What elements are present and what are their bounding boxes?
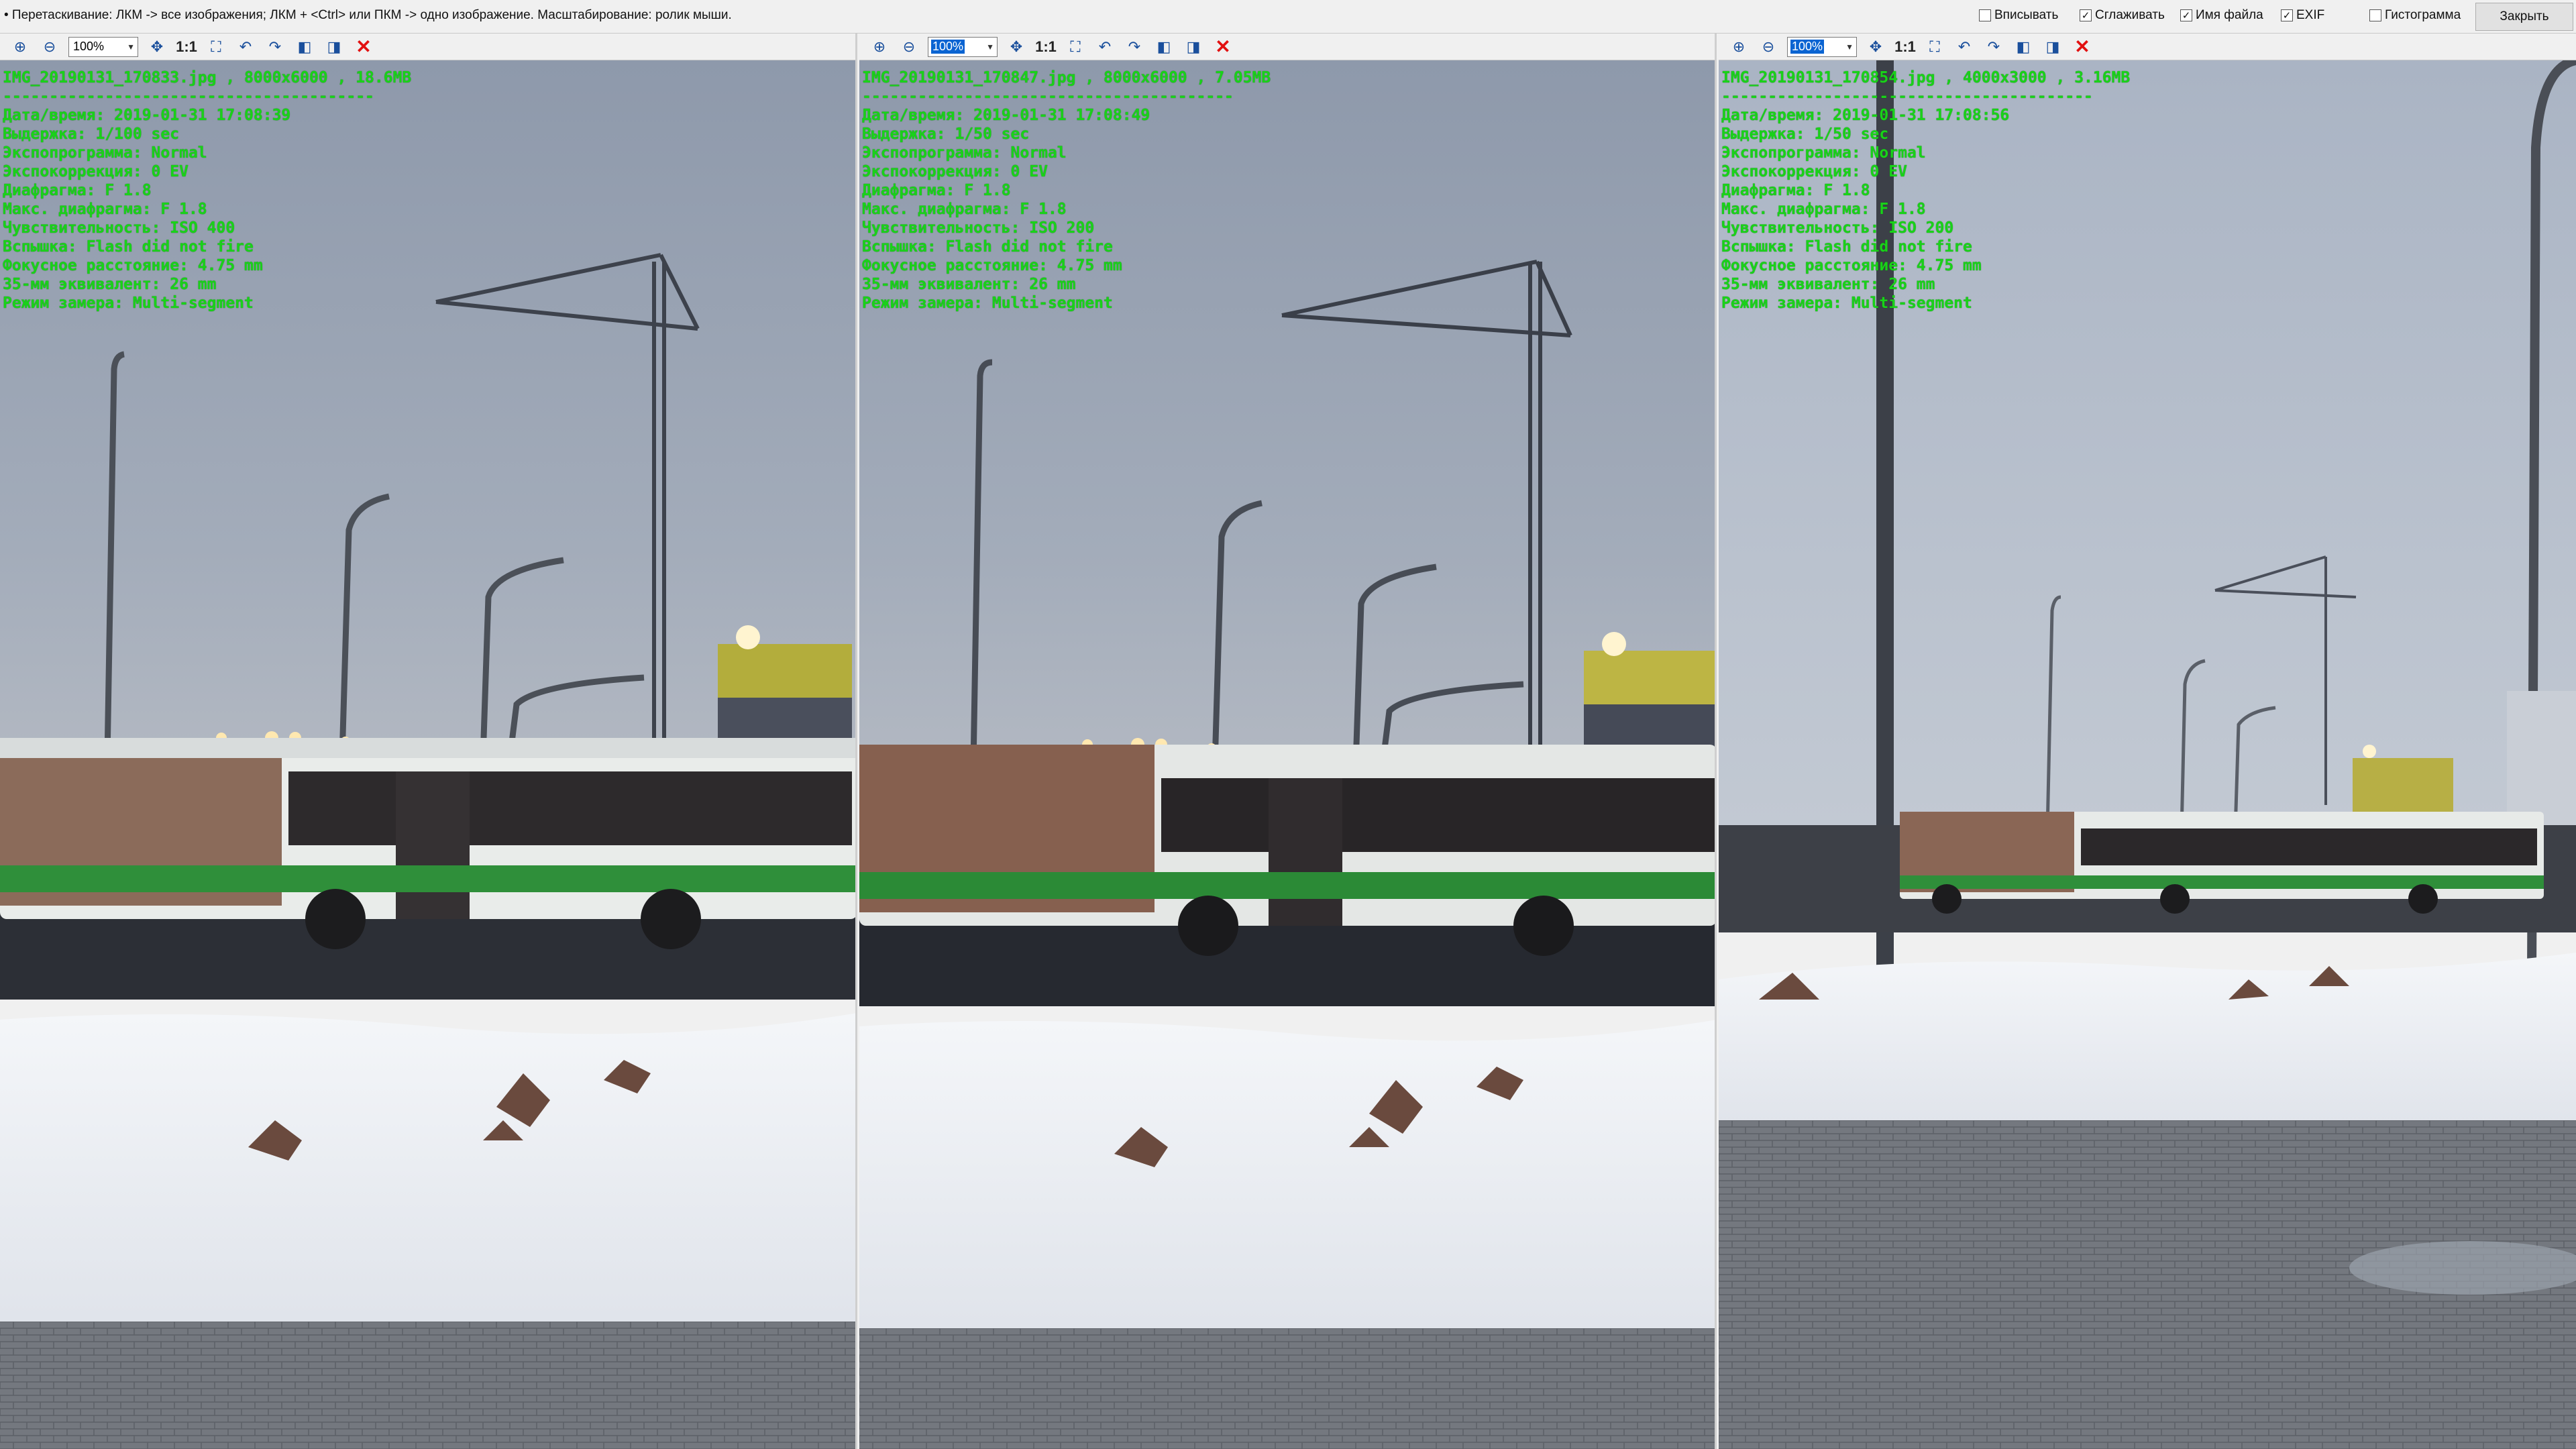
exif-checkbox[interactable]: ✓ EXIF bbox=[2281, 8, 2324, 23]
zoom-in-icon[interactable]: ⊕ bbox=[1724, 35, 1754, 59]
exif-35mm: 35-мм эквивалент: 26 mm bbox=[862, 276, 1076, 293]
filename-line: IMG_20190131_170833.jpg , 8000x6000 , 18… bbox=[3, 69, 412, 87]
exif-date: Дата/время: 2019-01-31 17:08:39 bbox=[3, 107, 291, 124]
filename-checkbox[interactable]: ✓ Имя файла bbox=[2180, 8, 2263, 23]
exif-flash: Вспышка: Flash did not fire bbox=[3, 238, 254, 256]
exif-aperture: Диафрагма: F 1.8 bbox=[1721, 182, 1870, 199]
top-toolbar: • Перетаскивание: ЛКМ -> все изображения… bbox=[0, 0, 2576, 34]
image-pane-2[interactable]: ⊕ ⊖ 100% ▼ ✥ 1:1 ⛶ ↶ ↷ ◧ ◨ ✕ IMG_2019013… bbox=[859, 34, 1717, 1449]
exif-iso: Чувствительность: ISO 200 bbox=[1721, 219, 1954, 237]
fit-window-icon[interactable]: ⛶ bbox=[201, 35, 231, 59]
zoom-out-icon[interactable]: ⊖ bbox=[1754, 35, 1783, 59]
exif-flash: Вспышка: Flash did not fire bbox=[862, 238, 1113, 256]
exif-date: Дата/время: 2019-01-31 17:08:56 bbox=[1721, 107, 2010, 124]
next-image-icon[interactable]: ◨ bbox=[1179, 35, 1208, 59]
exif-overlay: IMG_20190131_170854.jpg , 4000x3000 , 3.… bbox=[1721, 68, 2130, 313]
actual-size-button[interactable]: 1:1 bbox=[1031, 35, 1061, 59]
zoom-select[interactable]: 100% ▼ bbox=[928, 36, 998, 57]
checkbox-box[interactable] bbox=[2369, 9, 2381, 21]
exif-compensation: Экспокоррекция: 0 EV bbox=[1721, 163, 1907, 180]
checkbox-box[interactable] bbox=[1979, 9, 1991, 21]
exif-program: Экспопрограмма: Normal bbox=[1721, 144, 1926, 162]
exif-date: Дата/время: 2019-01-31 17:08:49 bbox=[862, 107, 1150, 124]
exif-max-aperture: Макс. диафрагма: F 1.8 bbox=[3, 201, 207, 218]
exif-overlay: IMG_20190131_170847.jpg , 8000x6000 , 7.… bbox=[862, 68, 1271, 313]
pane-toolbar: ⊕ ⊖ 100% ▼ ✥ 1:1 ⛶ ↶ ↷ ◧ ◨ ✕ bbox=[0, 34, 855, 60]
next-image-icon[interactable]: ◨ bbox=[319, 35, 349, 59]
close-image-icon[interactable]: ✕ bbox=[2068, 35, 2097, 59]
close-button[interactable]: Закрыть bbox=[2475, 3, 2573, 31]
zoom-select[interactable]: 100% ▼ bbox=[1787, 36, 1857, 57]
filename-line: IMG_20190131_170847.jpg , 8000x6000 , 7.… bbox=[862, 69, 1271, 87]
actual-size-button[interactable]: 1:1 bbox=[172, 35, 201, 59]
exif-focal: Фокусное расстояние: 4.75 mm bbox=[1721, 257, 1982, 274]
move-icon[interactable]: ✥ bbox=[1002, 35, 1031, 59]
pane-toolbar: ⊕ ⊖ 100% ▼ ✥ 1:1 ⛶ ↶ ↷ ◧ ◨ ✕ bbox=[1719, 34, 2576, 60]
zoom-out-icon[interactable]: ⊖ bbox=[894, 35, 924, 59]
rotate-right-icon[interactable]: ↷ bbox=[1979, 35, 2008, 59]
separator-line: ---------------------------------------- bbox=[1721, 88, 2093, 105]
fit-checkbox[interactable]: Вписывать bbox=[1979, 8, 2058, 23]
histogram-checkbox[interactable]: Гистограмма bbox=[2369, 8, 2461, 23]
exif-shutter: Выдержка: 1/50 sec bbox=[1721, 125, 1889, 143]
usage-hint: • Перетаскивание: ЛКМ -> все изображения… bbox=[4, 8, 732, 22]
zoom-in-icon[interactable]: ⊕ bbox=[5, 35, 35, 59]
prev-image-icon[interactable]: ◧ bbox=[2008, 35, 2038, 59]
exif-iso: Чувствительность: ISO 400 bbox=[3, 219, 235, 237]
exif-shutter: Выдержка: 1/50 sec bbox=[862, 125, 1030, 143]
zoom-in-icon[interactable]: ⊕ bbox=[865, 35, 894, 59]
filename-line: IMG_20190131_170854.jpg , 4000x3000 , 3.… bbox=[1721, 69, 2131, 87]
move-icon[interactable]: ✥ bbox=[142, 35, 172, 59]
exif-35mm: 35-мм эквивалент: 26 mm bbox=[3, 276, 217, 293]
rotate-left-icon[interactable]: ↶ bbox=[231, 35, 260, 59]
separator-line: ---------------------------------------- bbox=[3, 88, 374, 105]
exif-35mm: 35-мм эквивалент: 26 mm bbox=[1721, 276, 1935, 293]
exif-compensation: Экспокоррекция: 0 EV bbox=[3, 163, 189, 180]
exif-focal: Фокусное расстояние: 4.75 mm bbox=[3, 257, 263, 274]
exif-aperture: Диафрагма: F 1.8 bbox=[862, 182, 1011, 199]
pane-toolbar: ⊕ ⊖ 100% ▼ ✥ 1:1 ⛶ ↶ ↷ ◧ ◨ ✕ bbox=[859, 34, 1715, 60]
separator-line: ---------------------------------------- bbox=[862, 88, 1234, 105]
prev-image-icon[interactable]: ◧ bbox=[290, 35, 319, 59]
rotate-right-icon[interactable]: ↷ bbox=[260, 35, 290, 59]
exif-metering: Режим замера: Multi-segment bbox=[3, 294, 254, 312]
actual-size-button[interactable]: 1:1 bbox=[1890, 35, 1920, 59]
move-icon[interactable]: ✥ bbox=[1861, 35, 1890, 59]
exif-max-aperture: Макс. диафрагма: F 1.8 bbox=[1721, 201, 1926, 218]
exif-program: Экспопрограмма: Normal bbox=[862, 144, 1067, 162]
exif-metering: Режим замера: Multi-segment bbox=[862, 294, 1113, 312]
prev-image-icon[interactable]: ◧ bbox=[1149, 35, 1179, 59]
exif-iso: Чувствительность: ISO 200 bbox=[862, 219, 1095, 237]
exif-max-aperture: Макс. диафрагма: F 1.8 bbox=[862, 201, 1067, 218]
close-image-icon[interactable]: ✕ bbox=[349, 35, 378, 59]
checkbox-box[interactable]: ✓ bbox=[2180, 9, 2192, 21]
fit-window-icon[interactable]: ⛶ bbox=[1061, 35, 1090, 59]
rotate-right-icon[interactable]: ↷ bbox=[1120, 35, 1149, 59]
checkbox-box[interactable]: ✓ bbox=[2281, 9, 2293, 21]
exif-flash: Вспышка: Flash did not fire bbox=[1721, 238, 1972, 256]
exif-compensation: Экспокоррекция: 0 EV bbox=[862, 163, 1048, 180]
next-image-icon[interactable]: ◨ bbox=[2038, 35, 2068, 59]
checkbox-box[interactable]: ✓ bbox=[2080, 9, 2092, 21]
exif-shutter: Выдержка: 1/100 sec bbox=[3, 125, 180, 143]
fit-window-icon[interactable]: ⛶ bbox=[1920, 35, 1949, 59]
zoom-select[interactable]: 100% ▼ bbox=[68, 36, 138, 57]
exif-metering: Режим замера: Multi-segment bbox=[1721, 294, 1972, 312]
exif-focal: Фокусное расстояние: 4.75 mm bbox=[862, 257, 1122, 274]
exif-program: Экспопрограмма: Normal bbox=[3, 144, 207, 162]
zoom-out-icon[interactable]: ⊖ bbox=[35, 35, 64, 59]
rotate-left-icon[interactable]: ↶ bbox=[1949, 35, 1979, 59]
smooth-checkbox[interactable]: ✓ Сглаживать bbox=[2080, 8, 2165, 23]
image-pane-1[interactable]: ⊕ ⊖ 100% ▼ ✥ 1:1 ⛶ ↶ ↷ ◧ ◨ ✕ IMG_2019013… bbox=[0, 34, 857, 1449]
rotate-left-icon[interactable]: ↶ bbox=[1090, 35, 1120, 59]
exif-overlay: IMG_20190131_170833.jpg , 8000x6000 , 18… bbox=[3, 68, 411, 313]
exif-aperture: Диафрагма: F 1.8 bbox=[3, 182, 152, 199]
image-pane-3[interactable]: ⊕ ⊖ 100% ▼ ✥ 1:1 ⛶ ↶ ↷ ◧ ◨ ✕ IMG_2019013… bbox=[1719, 34, 2576, 1449]
close-image-icon[interactable]: ✕ bbox=[1208, 35, 1238, 59]
